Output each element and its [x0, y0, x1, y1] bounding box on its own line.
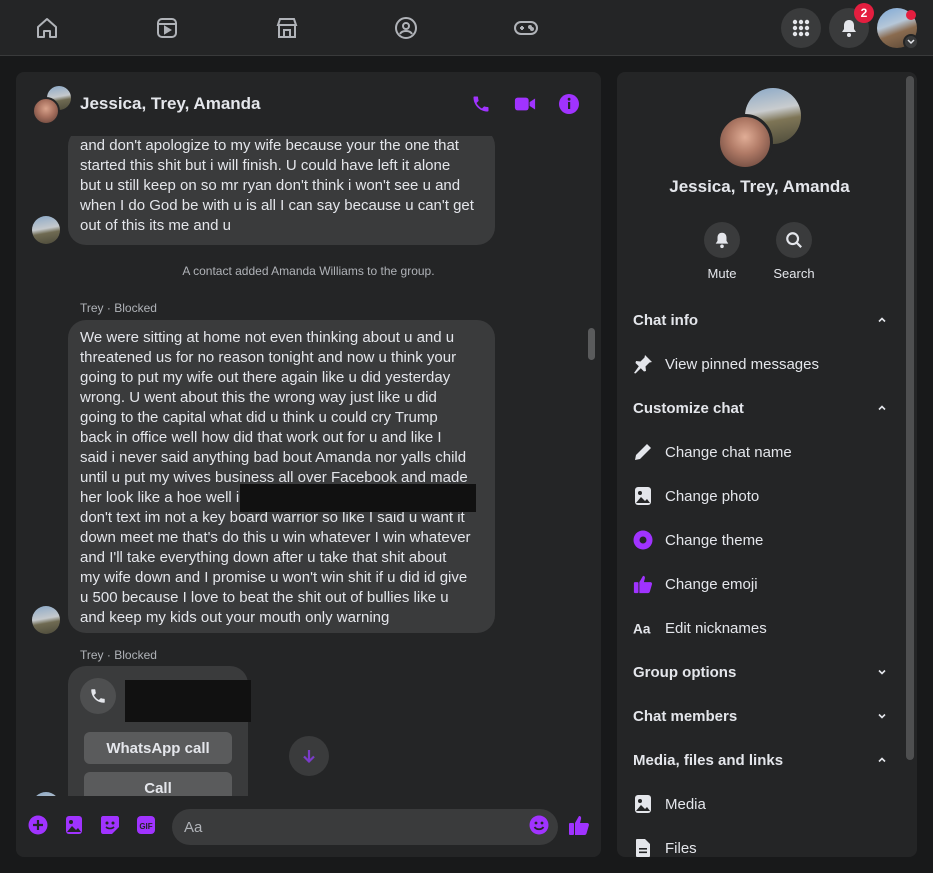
grid-icon — [792, 19, 810, 37]
chat-scrollbar[interactable] — [588, 328, 595, 360]
image-icon[interactable] — [63, 814, 85, 836]
item-label: Change emoji — [665, 575, 758, 593]
file-icon — [633, 838, 653, 857]
menu-grid-button[interactable] — [781, 8, 821, 48]
group-avatar-secondary[interactable] — [32, 97, 60, 125]
message-list[interactable]: and don't apologize to my wife because y… — [16, 136, 601, 796]
bell-icon — [715, 232, 729, 249]
svg-text:GIF: GIF — [139, 822, 152, 831]
section-title: Media, files and links — [633, 751, 784, 769]
view-pinned-messages-item[interactable]: View pinned messages — [633, 348, 887, 380]
pin-icon — [633, 354, 653, 374]
sender-label: Trey · Blocked — [80, 648, 157, 662]
group-options-section[interactable]: Group options — [633, 656, 887, 688]
chevron-up-icon — [878, 757, 886, 763]
info-icon[interactable] — [557, 92, 581, 116]
text-icon: Aa — [633, 618, 653, 638]
section-title: Chat info — [633, 311, 698, 329]
image-icon — [633, 486, 653, 506]
video-call-icon[interactable] — [513, 92, 537, 116]
section-title: Chat members — [633, 707, 738, 725]
sender-label: Trey · Blocked — [80, 301, 157, 315]
section-title: Customize chat — [633, 399, 744, 417]
message-bubble[interactable]: and don't apologize to my wife because y… — [68, 136, 495, 245]
theme-icon — [633, 530, 653, 550]
like-icon[interactable] — [568, 814, 590, 836]
files-item[interactable]: Files — [633, 832, 887, 857]
search-button[interactable]: Search — [764, 222, 824, 281]
whatsapp-call-button[interactable]: WhatsApp call — [84, 732, 232, 764]
item-label: Change photo — [665, 487, 760, 505]
top-navigation-bar: 2 — [0, 0, 933, 56]
call-card: WhatsApp call Call — [68, 666, 251, 796]
info-scrollbar[interactable] — [906, 76, 914, 760]
chat-header: Jessica, Trey, Amanda — [16, 72, 601, 136]
change-chat-name-item[interactable]: Change chat name — [633, 436, 887, 468]
chevron-up-icon — [878, 317, 886, 323]
chevron-up-icon — [878, 405, 886, 411]
item-label: Change chat name — [665, 443, 792, 461]
chat-panel: Jessica, Trey, Amanda and don't apologiz… — [16, 72, 601, 857]
message-composer: GIF — [16, 796, 601, 857]
emoji-icon[interactable] — [528, 814, 550, 836]
image-icon — [633, 794, 653, 814]
chat-title[interactable]: Jessica, Trey, Amanda — [80, 94, 261, 114]
chevron-down-icon — [878, 713, 886, 719]
sender-avatar[interactable] — [32, 216, 60, 244]
phone-icon — [80, 678, 116, 714]
chat-info-panel: Jessica, Trey, Amanda Mute Search Chat i… — [617, 72, 917, 857]
message-bubble[interactable]: We were sitting at home not even thinkin… — [68, 320, 495, 633]
status-dot — [906, 10, 916, 20]
redaction-block — [240, 484, 476, 512]
group-avatar-secondary[interactable] — [717, 114, 773, 170]
chevron-down-icon — [878, 669, 886, 675]
search-icon — [786, 232, 802, 248]
search-label: Search — [773, 266, 815, 281]
arrow-down-icon — [303, 750, 315, 764]
section-title: Group options — [633, 663, 737, 681]
message-input[interactable] — [172, 809, 558, 845]
item-label: Edit nicknames — [665, 619, 767, 637]
item-label: Change theme — [665, 531, 764, 549]
system-message: A contact added Amanda Williams to the g… — [182, 264, 435, 278]
redaction-block — [125, 680, 251, 722]
mute-button[interactable]: Mute — [692, 222, 752, 281]
media-item[interactable]: Media — [633, 788, 887, 820]
call-button[interactable]: Call — [84, 772, 232, 796]
bell-icon — [842, 20, 856, 37]
group-name: Jessica, Trey, Amanda — [669, 177, 850, 196]
edit-nicknames-item[interactable]: Aa Edit nicknames — [633, 612, 887, 644]
plus-icon[interactable] — [27, 814, 49, 836]
marketplace-icon[interactable] — [273, 14, 301, 42]
like-icon — [633, 574, 653, 594]
sticker-icon[interactable] — [99, 814, 121, 836]
chat-info-section[interactable]: Chat info — [633, 304, 887, 336]
change-emoji-item[interactable]: Change emoji — [633, 568, 887, 600]
pencil-icon — [633, 442, 653, 462]
item-label: Files — [665, 839, 697, 857]
media-files-links-section[interactable]: Media, files and links — [633, 744, 887, 776]
gaming-icon[interactable] — [512, 14, 540, 42]
notification-badge: 2 — [854, 3, 874, 23]
change-photo-item[interactable]: Change photo — [633, 480, 887, 512]
mute-label: Mute — [707, 266, 737, 281]
phone-icon[interactable] — [469, 92, 493, 116]
item-label: View pinned messages — [665, 355, 819, 373]
chat-members-section[interactable]: Chat members — [633, 700, 887, 732]
home-icon[interactable] — [33, 14, 61, 42]
svg-text:Aa: Aa — [633, 621, 651, 636]
scroll-to-bottom-button[interactable] — [289, 736, 329, 776]
chevron-down-icon[interactable] — [903, 34, 919, 50]
change-theme-item[interactable]: Change theme — [633, 524, 887, 556]
video-icon[interactable] — [153, 14, 181, 42]
gif-icon[interactable]: GIF — [135, 814, 157, 836]
item-label: Media — [665, 795, 706, 813]
groups-icon[interactable] — [392, 14, 420, 42]
sender-avatar[interactable] — [32, 606, 60, 634]
customize-chat-section[interactable]: Customize chat — [633, 392, 887, 424]
